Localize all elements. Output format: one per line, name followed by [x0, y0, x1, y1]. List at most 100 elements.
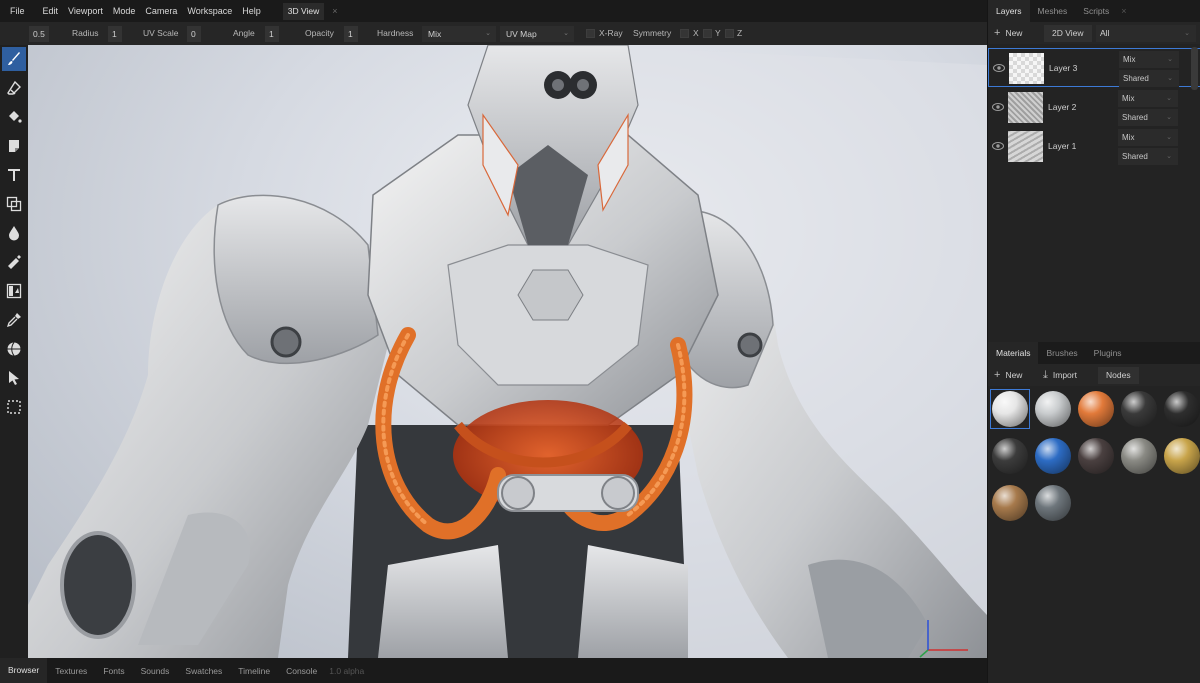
new-material-button[interactable]: + New	[994, 367, 1022, 384]
menu-mode[interactable]: Mode	[113, 6, 146, 16]
sym-x-checkbox[interactable]	[680, 29, 689, 38]
cursor-tool[interactable]	[2, 366, 26, 390]
2d-view-button[interactable]: 2D View	[1044, 25, 1092, 42]
radius-field[interactable]: 1	[108, 26, 122, 42]
eye-icon[interactable]	[992, 102, 1004, 112]
tab-brushes[interactable]: Brushes	[1038, 342, 1085, 364]
material-preview-sphere	[1035, 485, 1071, 521]
menu-edit[interactable]: Edit	[43, 6, 69, 16]
menu-workspace[interactable]: Workspace	[187, 6, 242, 16]
layer-filter-select[interactable]: All ⌄	[1096, 25, 1196, 42]
layer-blend-value: Mix	[1122, 94, 1135, 103]
material-swatch-chrome[interactable]	[1033, 483, 1073, 523]
material-swatch-blue[interactable]	[1033, 436, 1073, 476]
chevron-down-icon: ⌄	[1167, 56, 1173, 63]
chevron-down-icon: ⌄	[1166, 95, 1172, 102]
material-swatch-dark-metal[interactable]	[1119, 389, 1159, 429]
eraser-tool[interactable]	[2, 76, 26, 100]
layer-name[interactable]: Layer 2	[1048, 102, 1076, 112]
sym-y-checkbox[interactable]	[703, 29, 712, 38]
smudge-tool[interactable]	[2, 250, 26, 274]
picker-tool[interactable]	[2, 308, 26, 332]
layer-row[interactable]: Layer 1 Mix ⌄ Shared ⌄	[988, 127, 1200, 166]
brush-tool[interactable]	[2, 47, 26, 71]
sym-z-checkbox[interactable]	[725, 29, 734, 38]
layers-scrollbar[interactable]	[1191, 47, 1198, 90]
chevron-down-icon: ⌄	[563, 30, 569, 37]
tab-fonts[interactable]: Fonts	[95, 666, 132, 676]
tab-console[interactable]: Console	[278, 666, 325, 676]
tab-3d-view[interactable]: 3D View	[282, 2, 325, 20]
brush-size-field[interactable]: 0.5	[29, 26, 49, 42]
uvmap-value: UV Map	[506, 29, 537, 39]
menu-file[interactable]: File	[10, 6, 43, 16]
menu-viewport[interactable]: Viewport	[68, 6, 113, 16]
hardness-value: Mix	[428, 29, 442, 39]
smudge-icon	[8, 255, 21, 269]
layer-row[interactable]: Layer 3 Mix ⌄ Shared ⌄	[988, 48, 1200, 87]
bake-tool[interactable]	[2, 337, 26, 361]
cursor-icon	[9, 371, 19, 385]
tab-plugins[interactable]: Plugins	[1086, 342, 1130, 364]
tab-timeline[interactable]: Timeline	[230, 666, 278, 676]
clone-tool[interactable]	[2, 192, 26, 216]
tab-materials[interactable]: Materials	[988, 342, 1039, 364]
material-swatch-wood[interactable]	[990, 483, 1030, 523]
hardness-select[interactable]: Mix ⌄	[422, 26, 496, 42]
particle-tool[interactable]	[2, 279, 26, 303]
layer-mode-select[interactable]: Shared ⌄	[1118, 109, 1178, 126]
material-swatch-light-grey[interactable]	[1033, 389, 1073, 429]
tab-layers[interactable]: Layers	[988, 0, 1030, 22]
material-swatch-rust-dark[interactable]	[1076, 436, 1116, 476]
tool-options-bar: 0.5 Radius 1 UV Scale 0 Angle 1 Opacity …	[0, 22, 987, 45]
material-swatch-orange[interactable]	[1076, 389, 1116, 429]
material-swatch-white-plastic[interactable]	[990, 389, 1030, 429]
sym-y-label: Y	[715, 28, 721, 38]
menu-help[interactable]: Help	[242, 6, 271, 16]
tab-swatches[interactable]: Swatches	[177, 666, 230, 676]
eye-icon[interactable]	[993, 63, 1005, 73]
xray-label: X-Ray	[599, 28, 623, 38]
nodes-button[interactable]: Nodes	[1098, 367, 1139, 384]
chevron-down-icon: ⌄	[1184, 30, 1190, 37]
material-swatch-charcoal[interactable]	[990, 436, 1030, 476]
layer-row[interactable]: Layer 2 Mix ⌄ Shared ⌄	[988, 88, 1200, 127]
chevron-down-icon: ⌄	[1166, 153, 1172, 160]
decal-tool[interactable]	[2, 134, 26, 158]
angle-field[interactable]: 1	[265, 26, 279, 42]
material-swatch-dark-metal-2[interactable]	[1162, 389, 1200, 429]
blur-tool[interactable]	[2, 221, 26, 245]
uvscale-field[interactable]: 0	[187, 26, 201, 42]
layer-blend-select[interactable]: Mix ⌄	[1119, 51, 1179, 68]
xray-checkbox[interactable]	[586, 29, 595, 38]
close-tab-icon[interactable]: ×	[332, 6, 337, 16]
viewport-3d[interactable]	[28, 45, 987, 658]
opacity-field[interactable]: 1	[344, 26, 358, 42]
tab-browser[interactable]: Browser	[0, 658, 48, 683]
tab-meshes[interactable]: Meshes	[1030, 0, 1076, 22]
layer-mode-select[interactable]: Shared ⌄	[1119, 70, 1179, 87]
import-material-button[interactable]: ⤓ Import	[1043, 367, 1077, 384]
uvmap-select[interactable]: UV Map ⌄	[500, 26, 574, 42]
material-swatch-gold[interactable]	[1162, 436, 1200, 476]
new-layer-button[interactable]: + New	[994, 25, 1022, 42]
tool-bar	[0, 45, 28, 658]
uvscale-label: UV Scale	[143, 28, 179, 38]
menu-camera[interactable]: Camera	[145, 6, 187, 16]
tab-sounds[interactable]: Sounds	[133, 666, 178, 676]
close-tab-icon[interactable]: ×	[1117, 6, 1126, 16]
layer-blend-select[interactable]: Mix ⌄	[1118, 90, 1178, 107]
layer-name[interactable]: Layer 1	[1048, 141, 1076, 151]
tab-scripts[interactable]: Scripts	[1075, 0, 1117, 22]
layer-name[interactable]: Layer 3	[1049, 63, 1077, 73]
material-swatch-rock[interactable]	[1119, 436, 1159, 476]
layer-thumbnail	[1008, 92, 1043, 123]
fill-tool[interactable]	[2, 105, 26, 129]
layer-blend-select[interactable]: Mix ⌄	[1118, 129, 1178, 146]
chevron-down-icon: ⌄	[1166, 134, 1172, 141]
tab-textures[interactable]: Textures	[47, 666, 95, 676]
selection-tool[interactable]	[2, 395, 26, 419]
eye-icon[interactable]	[992, 141, 1004, 151]
text-tool[interactable]	[2, 163, 26, 187]
layer-mode-select[interactable]: Shared ⌄	[1118, 148, 1178, 165]
